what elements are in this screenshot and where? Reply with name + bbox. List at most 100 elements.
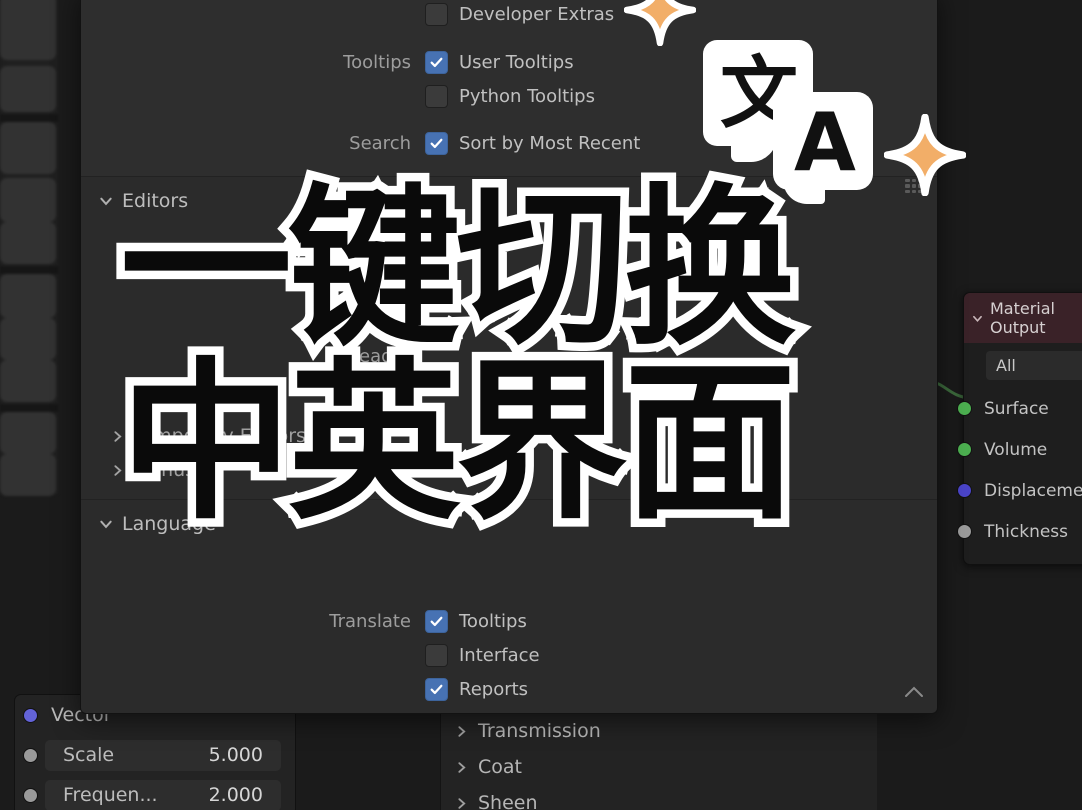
- search-label: Search: [349, 132, 411, 154]
- sort-by-most-recent-checkbox[interactable]: [425, 131, 448, 155]
- nav-button[interactable]: [0, 122, 56, 174]
- bsdf-section-label: Coat: [478, 756, 522, 778]
- python-tooltips-label: Python Tooltips: [459, 85, 595, 107]
- header-label: Header: [345, 345, 411, 367]
- field-label: Frequen...: [63, 784, 158, 806]
- translate-tooltips-checkbox[interactable]: [425, 609, 448, 633]
- chevron-down-icon: [100, 520, 112, 529]
- bsdf-section-coat[interactable]: Coat: [441, 749, 877, 785]
- nav-button[interactable]: [0, 66, 56, 112]
- vector-socket[interactable]: [23, 707, 38, 723]
- volume-socket[interactable]: [957, 442, 972, 457]
- nav-button[interactable]: [0, 178, 56, 222]
- frequency-field[interactable]: Frequen... 2.000: [45, 779, 281, 810]
- nav-divider: [0, 404, 58, 412]
- nav-button[interactable]: [0, 412, 56, 454]
- sparkle-icon-right: [884, 114, 966, 196]
- socket-label: Displacement: [984, 480, 1082, 501]
- field-value: 2.000: [208, 784, 263, 806]
- screenshot-root: Material Output All Surface Volume Displ…: [0, 0, 1082, 810]
- material-output-node-header[interactable]: Material Output: [964, 293, 1082, 343]
- translate-interface-checkbox[interactable]: [425, 643, 448, 667]
- bsdf-section-sheen[interactable]: Sheen: [441, 785, 877, 810]
- chevron-right-icon: [114, 464, 122, 476]
- chevron-right-icon: [458, 797, 466, 809]
- chevron-right-icon: [458, 725, 466, 737]
- developer-extras-row[interactable]: Developer Extras: [81, 0, 937, 31]
- chevron-down-icon: [100, 197, 112, 206]
- bsdf-section-label: Transmission: [478, 720, 601, 742]
- scroll-up-chevron-icon[interactable]: [903, 681, 925, 705]
- node-socket-row[interactable]: Surface: [957, 388, 1082, 429]
- nav-button[interactable]: [0, 360, 56, 402]
- chevron-right-icon: [458, 761, 466, 773]
- node-field-row[interactable]: Frequen... 2.000: [15, 775, 295, 810]
- node-socket-row[interactable]: Thickness: [957, 511, 1082, 552]
- nav-divider: [0, 114, 58, 122]
- scale-socket[interactable]: [23, 747, 38, 763]
- python-tooltips-checkbox[interactable]: [425, 84, 448, 108]
- translate-tooltips-label: Tooltips: [459, 610, 527, 632]
- menus-subsection[interactable]: Menus: [81, 453, 937, 487]
- socket-label: Thickness: [984, 521, 1069, 542]
- user-tooltips-label: User Tooltips: [459, 51, 574, 73]
- factor-row[interactable]: Factor: [81, 373, 937, 407]
- translate-reports-label: Reports: [459, 678, 529, 700]
- tooltips-label: Tooltips: [343, 51, 411, 73]
- sparkle-icon-top: [624, 0, 696, 46]
- menus-label: Menus: [133, 459, 196, 481]
- frequency-socket[interactable]: [23, 787, 38, 803]
- header-row[interactable]: Header: [81, 339, 937, 373]
- bsdf-section-label: Sheen: [478, 792, 538, 810]
- section-divider: [81, 499, 937, 500]
- translate-glyph-latin: A: [794, 96, 856, 189]
- preferences-nav-column[interactable]: [0, 0, 58, 496]
- translate-reports-row[interactable]: Reports: [81, 672, 937, 706]
- editors-section-title: Editors: [122, 190, 189, 212]
- translate-interface-label: Interface: [459, 644, 540, 666]
- material-output-node[interactable]: Material Output All Surface Volume Displ…: [957, 292, 1082, 565]
- factor-label: Factor: [355, 379, 411, 401]
- temporary-editors-subsection[interactable]: Temporary Editors: [81, 419, 937, 453]
- node-field-row[interactable]: Scale 5.000: [15, 735, 295, 775]
- socket-label: Volume: [984, 439, 1048, 460]
- material-output-node-body: All Surface Volume Displacement Thicknes…: [957, 343, 1082, 564]
- developer-extras-label: Developer Extras: [459, 3, 615, 25]
- user-tooltips-checkbox[interactable]: [425, 50, 448, 74]
- translate-label-row: Translate Tooltips: [81, 604, 937, 638]
- chevron-right-icon: [114, 430, 122, 442]
- bsdf-section-transmission[interactable]: Transmission: [441, 713, 877, 749]
- nav-divider: [0, 266, 58, 274]
- developer-extras-checkbox[interactable]: [425, 2, 448, 26]
- target-select[interactable]: All: [986, 351, 1082, 380]
- field-value: 5.000: [208, 744, 263, 766]
- check-icon: [430, 138, 443, 148]
- nav-button[interactable]: [0, 454, 56, 496]
- displacement-socket[interactable]: [957, 483, 972, 498]
- node-socket-row[interactable]: Volume: [957, 429, 1082, 470]
- thickness-socket[interactable]: [957, 524, 972, 539]
- sort-by-most-recent-label: Sort by Most Recent: [459, 132, 641, 154]
- translate-interface-row[interactable]: Interface: [81, 638, 937, 672]
- translate-reports-checkbox[interactable]: [425, 677, 448, 701]
- check-icon: [430, 57, 443, 67]
- translate-label: Translate: [329, 610, 411, 632]
- scale-field[interactable]: Scale 5.000: [45, 739, 281, 771]
- chevron-down-icon[interactable]: [972, 312, 983, 325]
- material-output-node-title: Material Output: [989, 299, 1055, 337]
- nav-button[interactable]: [0, 318, 56, 360]
- check-icon: [430, 616, 443, 626]
- node-socket-row[interactable]: Displacement: [957, 470, 1082, 511]
- translate-icon: 文 A: [697, 40, 873, 204]
- language-section-header[interactable]: Language: [81, 506, 937, 542]
- nav-button[interactable]: [0, 14, 56, 60]
- nav-button[interactable]: [0, 222, 56, 264]
- check-icon: [430, 684, 443, 694]
- language-section-title: Language: [122, 513, 216, 535]
- temporary-editors-label: Temporary Editors: [133, 425, 306, 447]
- nav-button[interactable]: [0, 274, 56, 318]
- field-label: Scale: [63, 744, 115, 766]
- principled-bsdf-panel: Transmission Coat Sheen: [440, 712, 877, 810]
- socket-label: Surface: [984, 398, 1049, 419]
- surface-socket[interactable]: [957, 401, 972, 416]
